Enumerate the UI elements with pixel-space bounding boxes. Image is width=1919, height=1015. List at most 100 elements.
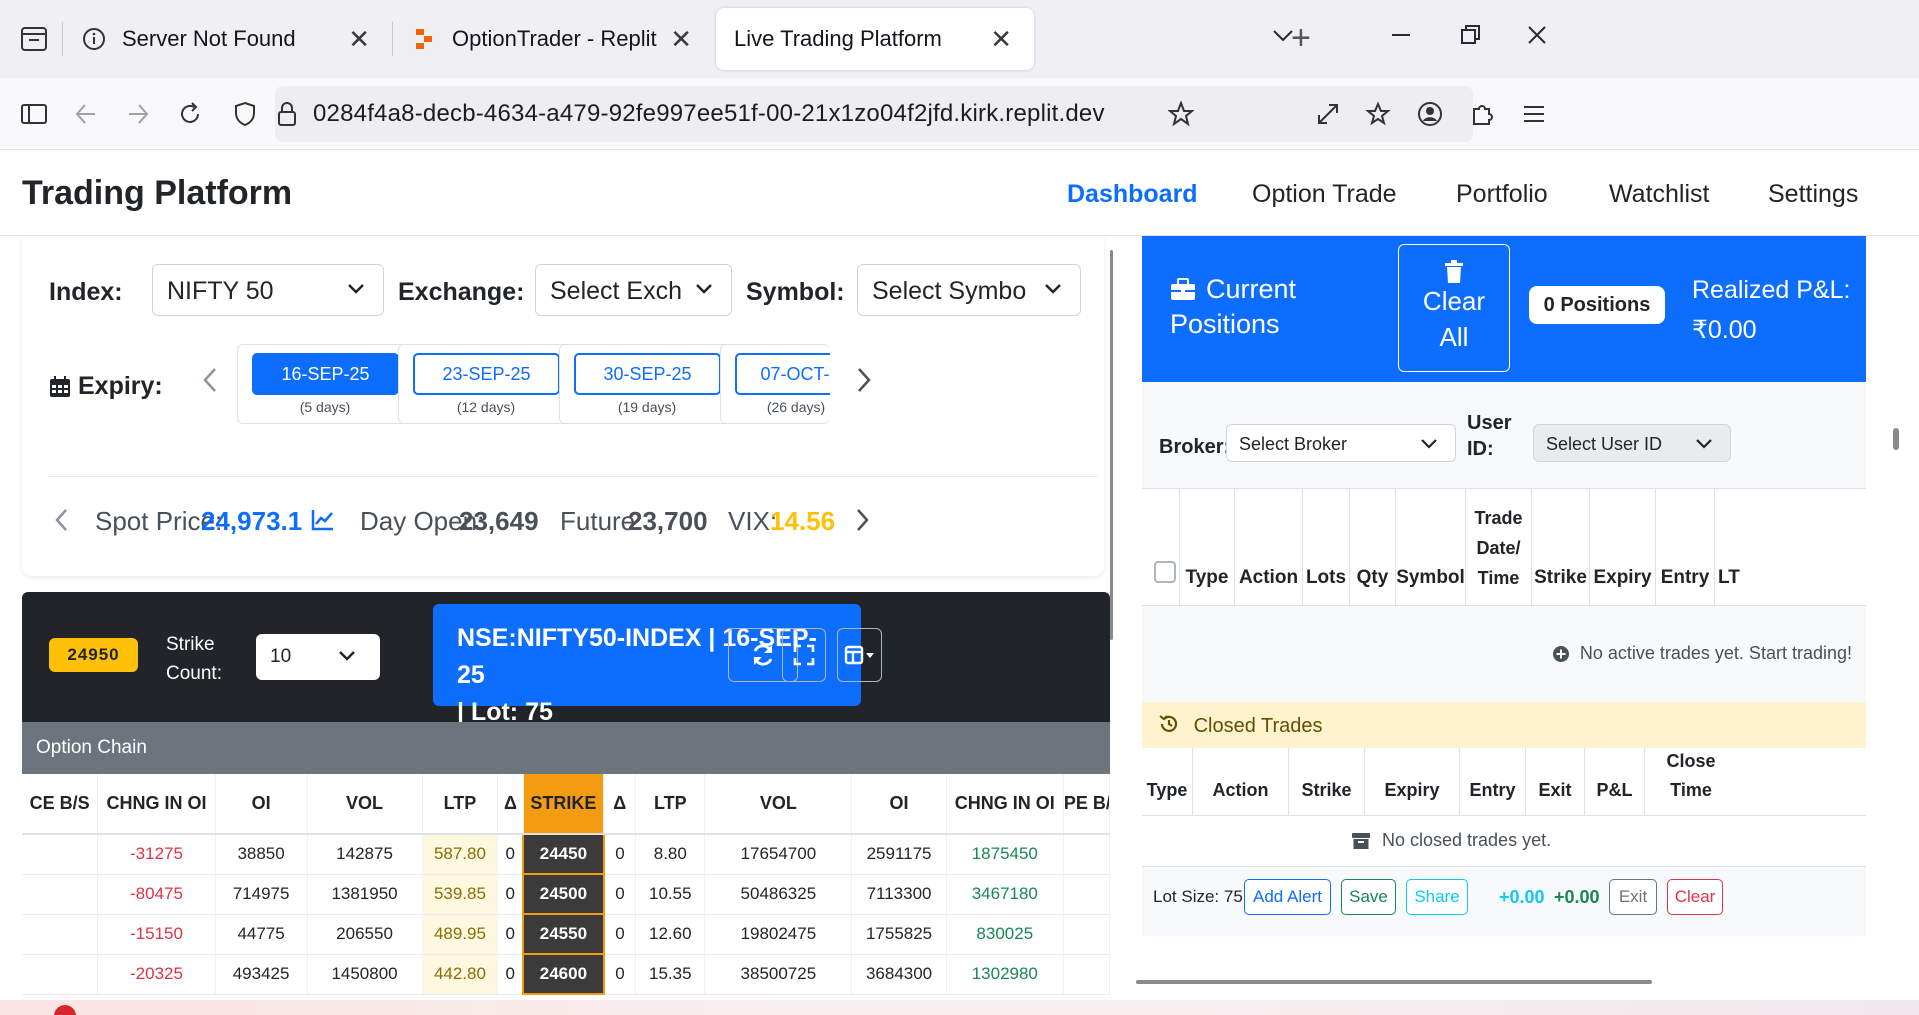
tab-overflow-chevron-icon[interactable] xyxy=(1270,22,1296,55)
clear-all-line1: Clear xyxy=(1422,286,1486,316)
pos-col-ltp: LT xyxy=(1718,567,1740,588)
cell-ce-bs[interactable] xyxy=(22,834,99,875)
reload-icon[interactable] xyxy=(172,96,208,132)
cell-ce-bs[interactable] xyxy=(22,954,99,995)
history-icon xyxy=(1158,713,1180,741)
columns-dropdown-button[interactable] xyxy=(837,628,882,682)
fullscreen-icon[interactable] xyxy=(1310,96,1346,132)
left-panel: Index: NIFTY 50 Exchange: Select Exch Sy… xyxy=(0,236,1110,1000)
close-tab-icon[interactable]: ✕ xyxy=(348,25,370,53)
close-window-icon[interactable] xyxy=(1524,22,1550,55)
sidebar-toggle-icon[interactable] xyxy=(16,96,52,132)
shield-icon[interactable] xyxy=(227,96,263,132)
bookmark-star-icon[interactable] xyxy=(1163,96,1199,132)
closed-col-exit: Exit xyxy=(1538,780,1572,800)
calendar-icon xyxy=(48,375,72,399)
expand-icon xyxy=(793,644,815,666)
col-ce-chng-oi: CHNG IN OI xyxy=(97,774,216,835)
ticker-prev-chevron-icon[interactable] xyxy=(52,506,70,541)
cell-ce-ltp[interactable]: 442.80 xyxy=(422,954,499,995)
expiry-card: 16-SEP-25 (5 days) xyxy=(237,344,413,424)
cell-pe-bs[interactable] xyxy=(1063,914,1110,955)
save-button[interactable]: Save xyxy=(1341,879,1396,915)
expiry-next-chevron-icon[interactable] xyxy=(854,362,874,404)
cell-pe-bs[interactable] xyxy=(1063,874,1110,915)
right-panel-horizontal-scrollbar[interactable] xyxy=(1136,980,1652,984)
cell-ce-bs[interactable] xyxy=(22,874,99,915)
forward-arrow-icon[interactable] xyxy=(120,96,156,132)
realized-pnl-label: Realized P&L: xyxy=(1692,276,1851,304)
expiry-button-selected[interactable]: 16-SEP-25 xyxy=(252,353,399,395)
cell-pe-bs[interactable] xyxy=(1063,834,1110,875)
ticker-next-chevron-icon[interactable] xyxy=(854,506,872,541)
back-arrow-icon[interactable] xyxy=(68,96,104,132)
cell-ce-ltp[interactable]: 587.80 xyxy=(422,834,499,875)
exit-button[interactable]: Exit xyxy=(1609,879,1657,915)
tab-server-not-found[interactable]: Server Not Found ✕ xyxy=(62,8,392,70)
tab-live-trading-platform[interactable]: Live Trading Platform ✕ xyxy=(716,8,1034,70)
lock-icon[interactable] xyxy=(269,96,305,132)
expiry-prev-chevron-icon[interactable] xyxy=(200,362,220,404)
cell-pe-ltp[interactable]: 10.55 xyxy=(635,874,706,915)
cell-ce-bs[interactable] xyxy=(22,914,99,955)
index-select[interactable]: NIFTY 50 xyxy=(152,264,384,316)
cell-pe-oi: 7113300 xyxy=(851,874,947,915)
option-chain-row[interactable]: -20325 493425 1450800 442.80 0 24600 0 15.35 385… xyxy=(22,954,1110,995)
pos-col-strike: Strike xyxy=(1534,567,1587,588)
cell-ce-ltp[interactable]: 489.95 xyxy=(422,914,499,955)
index-select-value: NIFTY 50 xyxy=(167,277,274,305)
bookmarks-icon[interactable] xyxy=(1360,96,1396,132)
user-id-select[interactable]: Select User ID xyxy=(1533,424,1731,462)
expiry-button[interactable]: 23-SEP-25 xyxy=(413,353,560,395)
expiry-button[interactable]: 30-SEP-25 xyxy=(574,353,721,395)
user-id-label: User ID: xyxy=(1467,410,1511,462)
select-all-checkbox[interactable] xyxy=(1154,561,1176,583)
expiry-button[interactable]: 07-OCT-25 xyxy=(735,353,830,395)
exchange-select[interactable]: Select Exch xyxy=(535,264,732,316)
tab-optiontrader-replit[interactable]: OptionTrader - Replit ✕ xyxy=(392,8,714,70)
close-tab-icon[interactable]: ✕ xyxy=(670,25,692,53)
clear-all-button[interactable]: Clear All xyxy=(1398,244,1510,372)
nav-option-trade[interactable]: Option Trade xyxy=(1252,180,1397,209)
url-bar[interactable]: 0284f4a8-decb-4634-a479-92fe997ee51f-00-… xyxy=(235,86,1473,142)
broker-select[interactable]: Select Broker xyxy=(1226,424,1456,462)
browser-tab-bar: Server Not Found ✕ OptionTrader - Replit… xyxy=(0,0,1919,78)
symbol-select[interactable]: Select Symbo xyxy=(857,264,1081,316)
add-alert-button[interactable]: Add Alert xyxy=(1244,879,1331,915)
left-panel-scrollbar[interactable] xyxy=(1110,250,1113,640)
option-chain-row[interactable]: -31275 38850 142875 587.80 0 24450 0 8.80 176547… xyxy=(22,834,1110,875)
right-panel-scroll-thumb[interactable] xyxy=(1893,428,1899,450)
cell-ce-ltp[interactable]: 539.85 xyxy=(422,874,499,915)
option-chain-row[interactable]: -80475 714975 1381950 539.85 0 24500 0 10.55 504… xyxy=(22,874,1110,915)
nav-watchlist[interactable]: Watchlist xyxy=(1609,180,1709,209)
refresh-icon xyxy=(753,644,773,666)
divider xyxy=(48,476,1098,477)
cell-pe-bs[interactable] xyxy=(1063,954,1110,995)
cell-ce-oi: 714975 xyxy=(215,874,308,915)
account-icon[interactable] xyxy=(1412,96,1448,132)
cell-pe-ltp[interactable]: 12.60 xyxy=(635,914,706,955)
minimize-icon[interactable] xyxy=(1388,22,1414,55)
restore-icon[interactable] xyxy=(1457,22,1483,55)
nav-settings[interactable]: Settings xyxy=(1768,180,1858,209)
briefcase-icon xyxy=(1170,277,1196,302)
broker-select-value: Select Broker xyxy=(1239,434,1348,454)
plus-circle-icon xyxy=(1552,645,1570,663)
clear-button[interactable]: Clear xyxy=(1667,879,1723,915)
fullscreen-button[interactable] xyxy=(782,628,826,682)
menu-hamburger-icon[interactable] xyxy=(1516,96,1552,132)
option-chain-row[interactable]: -15150 44775 206550 489.95 0 24550 0 12.60 19802… xyxy=(22,914,1110,955)
strike-count-select[interactable]: 10 xyxy=(256,634,380,680)
user-id-label-line1: User xyxy=(1467,412,1512,434)
nav-portfolio[interactable]: Portfolio xyxy=(1456,180,1548,209)
cell-pe-ltp[interactable]: 8.80 xyxy=(635,834,706,875)
extensions-icon[interactable] xyxy=(1464,96,1500,132)
close-tab-icon[interactable]: ✕ xyxy=(990,25,1012,53)
pos-col-lots: Lots xyxy=(1305,567,1347,588)
tab-list-icon[interactable] xyxy=(18,22,50,54)
closed-trades-title: Closed Trades xyxy=(1193,715,1323,737)
share-button[interactable]: Share xyxy=(1406,879,1468,915)
cell-pe-ltp[interactable]: 15.35 xyxy=(635,954,706,995)
chart-line-icon[interactable] xyxy=(311,508,335,539)
nav-dashboard[interactable]: Dashboard xyxy=(1067,180,1198,209)
